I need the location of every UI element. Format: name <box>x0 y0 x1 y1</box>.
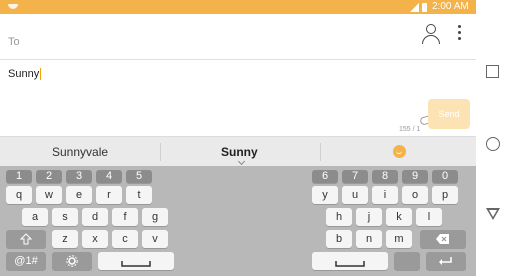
status-bar: 2:00 AM <box>0 0 476 14</box>
space-bar-left[interactable] <box>98 252 174 270</box>
recent-apps-button[interactable] <box>486 65 499 78</box>
letter-key[interactable]: t <box>126 186 152 204</box>
letter-key[interactable]: d <box>82 208 108 226</box>
number-key[interactable]: 4 <box>96 170 122 183</box>
letter-key[interactable]: g <box>142 208 168 226</box>
battery-icon <box>422 3 427 12</box>
notification-icon <box>8 4 18 9</box>
letter-key[interactable]: k <box>386 208 412 226</box>
number-key[interactable]: 0 <box>432 170 458 183</box>
text-cursor <box>40 68 42 81</box>
letter-key[interactable]: o <box>402 186 428 204</box>
back-button[interactable] <box>486 208 500 220</box>
number-key[interactable]: 3 <box>66 170 92 183</box>
divider <box>160 143 161 161</box>
send-button[interactable]: Send <box>428 99 470 129</box>
letter-key[interactable]: z <box>52 230 78 248</box>
letter-key[interactable]: n <box>356 230 382 248</box>
character-counter: 155 / 1 <box>399 126 421 133</box>
enter-icon[interactable] <box>426 252 466 270</box>
number-key[interactable]: 6 <box>312 170 338 183</box>
letter-key[interactable]: l <box>416 208 442 226</box>
contact-icon[interactable] <box>422 24 440 44</box>
keyboard: 1 2 3 4 5 6 7 8 9 0 q w e r t y u i o p a s d f g h j k l z x c v b n m @1# <box>0 166 476 276</box>
message-text: Sunny <box>8 68 40 80</box>
letter-key[interactable]: e <box>66 186 92 204</box>
letter-key[interactable]: c <box>112 230 138 248</box>
period-key[interactable] <box>394 252 420 270</box>
to-field[interactable]: To <box>8 36 20 48</box>
number-key[interactable]: 7 <box>342 170 368 183</box>
home-button[interactable] <box>486 137 500 151</box>
letter-key[interactable]: u <box>342 186 368 204</box>
backspace-icon[interactable] <box>420 230 466 248</box>
message-input[interactable]: Sunny <box>8 68 42 81</box>
suggestion-middle[interactable]: Sunny <box>221 145 258 159</box>
letter-key[interactable]: q <box>6 186 32 204</box>
letter-key[interactable]: y <box>312 186 338 204</box>
settings-icon[interactable] <box>52 252 92 270</box>
clock: 2:00 AM <box>432 1 469 12</box>
letter-key[interactable]: w <box>36 186 62 204</box>
chevron-down-icon[interactable] <box>237 157 246 166</box>
divider <box>320 143 321 161</box>
letter-key[interactable]: i <box>372 186 398 204</box>
letter-key[interactable]: r <box>96 186 122 204</box>
number-key[interactable]: 8 <box>372 170 398 183</box>
message-compose-area[interactable]: Sunny 155 / 1 Send <box>0 60 476 136</box>
letter-key[interactable]: m <box>386 230 412 248</box>
space-bar-right[interactable] <box>312 252 388 270</box>
letter-key[interactable]: p <box>432 186 458 204</box>
letter-key[interactable]: b <box>326 230 352 248</box>
letter-key[interactable]: s <box>52 208 78 226</box>
signal-icon <box>410 3 419 12</box>
recipient-row[interactable]: To <box>0 14 476 60</box>
number-key[interactable]: 2 <box>36 170 62 183</box>
more-options-icon[interactable] <box>458 25 462 41</box>
letter-key[interactable]: v <box>142 230 168 248</box>
suggestion-left[interactable]: Sunnyvale <box>52 145 108 159</box>
letter-key[interactable]: x <box>82 230 108 248</box>
emoji-icon[interactable] <box>393 145 406 158</box>
letter-key[interactable]: j <box>356 208 382 226</box>
letter-key[interactable]: h <box>326 208 352 226</box>
number-key[interactable]: 1 <box>6 170 32 183</box>
shift-icon[interactable] <box>6 230 46 248</box>
letter-key[interactable]: a <box>22 208 48 226</box>
number-key[interactable]: 9 <box>402 170 428 183</box>
number-key[interactable]: 5 <box>126 170 152 183</box>
symbols-key[interactable]: @1# <box>6 252 46 270</box>
letter-key[interactable]: f <box>112 208 138 226</box>
